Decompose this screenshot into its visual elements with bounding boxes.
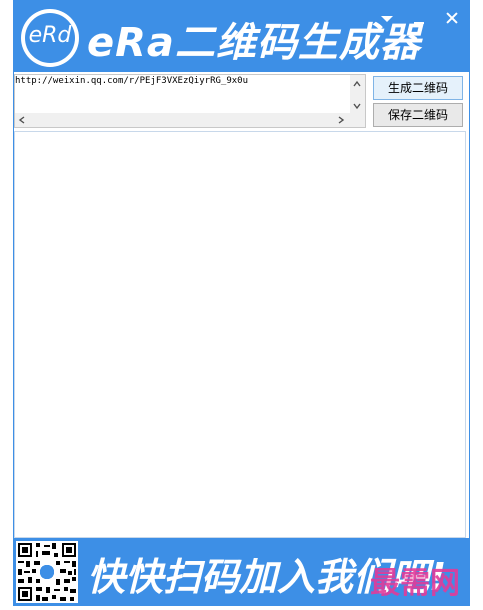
scrollbar-corner (350, 113, 365, 127)
scroll-left-icon[interactable] (17, 115, 27, 125)
qr-code-image (16, 541, 78, 603)
minimize-icon[interactable] (409, 8, 431, 30)
scroll-right-icon[interactable] (336, 115, 346, 125)
url-input[interactable]: http://weixin.qq.com/r/PEjF3VXEzQiyrRG_9… (14, 74, 366, 128)
title-bar[interactable]: eRd eRa二维码生成器 (13, 0, 470, 72)
horizontal-scrollbar[interactable] (15, 113, 350, 127)
logo-text: eRd (28, 23, 72, 48)
save-qr-button[interactable]: 保存二维码 (373, 103, 463, 127)
generate-qr-button[interactable]: 生成二维码 (373, 76, 463, 100)
watermark-text: 最需网 (370, 566, 460, 601)
scroll-down-icon[interactable] (352, 101, 362, 111)
app-title: eRa二维码生成器 (87, 20, 421, 66)
qr-display-area (14, 131, 466, 538)
menu-arrow-icon[interactable] (376, 8, 398, 30)
window-frame-right (469, 72, 470, 540)
close-icon[interactable] (441, 8, 463, 30)
scroll-up-icon[interactable] (352, 79, 362, 89)
app-logo: eRd (21, 9, 79, 67)
logo-circle: eRd (25, 13, 75, 63)
vertical-scrollbar[interactable] (350, 75, 365, 113)
app-window: eRd eRa二维码生成器 http://weixin.qq.com/r/PEj… (0, 0, 483, 610)
url-input-text[interactable]: http://weixin.qq.com/r/PEjF3VXEzQiyrRG_9… (15, 76, 248, 86)
